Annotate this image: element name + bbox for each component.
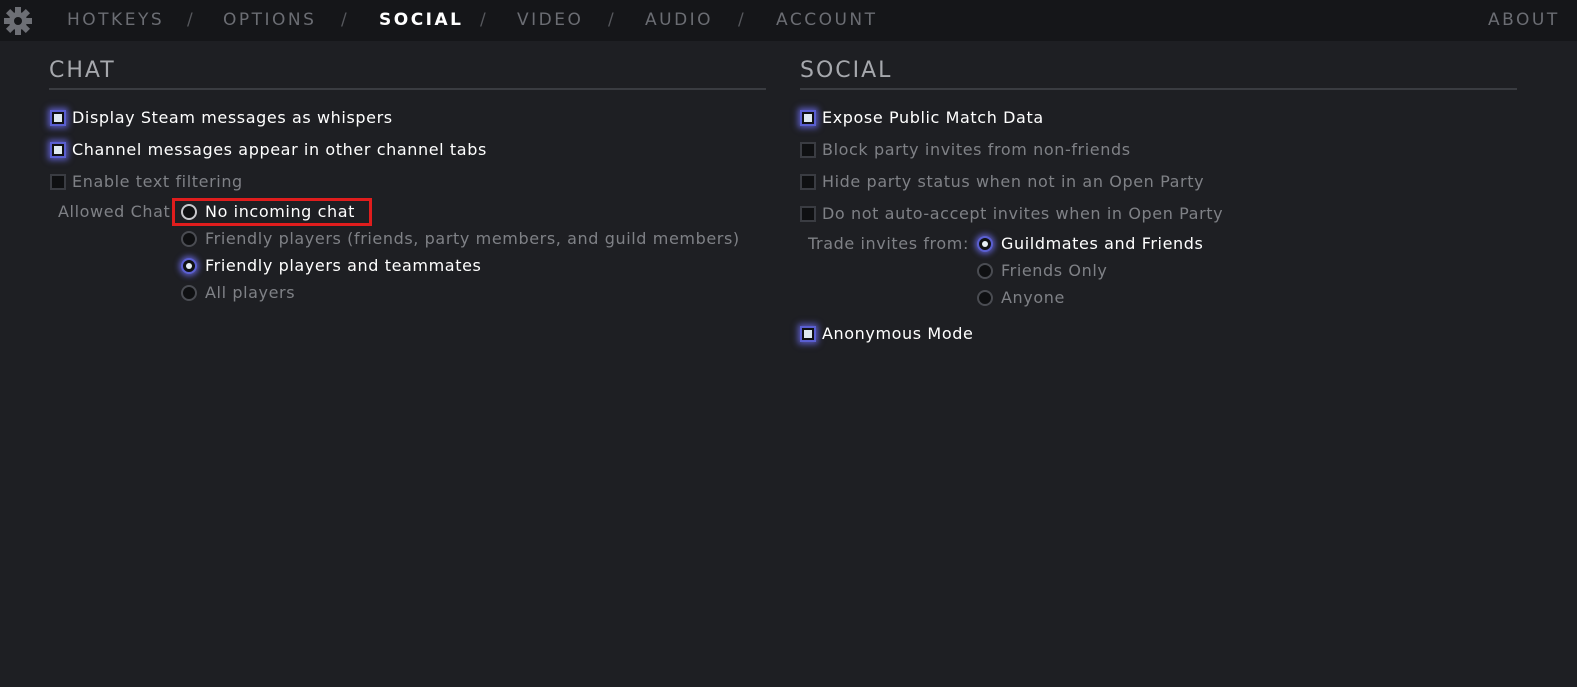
- checkbox-box[interactable]: [800, 174, 816, 190]
- tab-account[interactable]: ACCOUNT: [776, 10, 878, 30]
- checkbox-label: Do not auto-accept invites when in Open …: [822, 204, 1224, 223]
- tab-audio[interactable]: AUDIO: [645, 10, 713, 30]
- radio-label: Anyone: [1001, 288, 1065, 307]
- checkbox-box[interactable]: [50, 110, 66, 126]
- radio-button[interactable]: [977, 263, 993, 279]
- settings-gear-icon[interactable]: [2, 5, 34, 37]
- checkbox-label: Display Steam messages as whispers: [72, 108, 393, 127]
- radio-button[interactable]: [181, 258, 197, 274]
- radio-button[interactable]: [181, 285, 197, 301]
- checkbox-label: Channel messages appear in other channel…: [72, 140, 487, 159]
- tab-hotkeys[interactable]: HOTKEYS: [67, 10, 164, 30]
- radio-label: Guildmates and Friends: [1001, 234, 1204, 253]
- checkbox-label: Block party invites from non-friends: [822, 140, 1131, 159]
- tab-video[interactable]: VIDEO: [517, 10, 583, 30]
- tab-separator: /: [608, 10, 614, 30]
- chat-section-title: CHAT: [49, 58, 116, 83]
- radio-button[interactable]: [977, 236, 993, 252]
- checkbox-label: Anonymous Mode: [822, 324, 974, 343]
- social-section-divider: [800, 88, 1517, 90]
- checkbox-box[interactable]: [800, 206, 816, 222]
- chat-section-divider: [49, 88, 766, 90]
- checkbox-box[interactable]: [50, 174, 66, 190]
- allowed-chat-label: Allowed Chat: [58, 202, 171, 221]
- checkbox-label: Expose Public Match Data: [822, 108, 1044, 127]
- tab-social[interactable]: SOCIAL: [379, 10, 464, 30]
- trade-invites-label: Trade invites from:: [808, 234, 969, 253]
- highlight-box: [172, 198, 372, 226]
- radio-label: Friendly players and teammates: [205, 256, 482, 275]
- checkbox-label: Enable text filtering: [72, 172, 243, 191]
- tab-separator: /: [187, 10, 193, 30]
- top-nav-bar: HOTKEYS / OPTIONS / SOCIAL / VIDEO / AUD…: [0, 0, 1577, 41]
- radio-button[interactable]: [181, 231, 197, 247]
- checkbox-box[interactable]: [800, 142, 816, 158]
- radio-button[interactable]: [977, 290, 993, 306]
- radio-label: Friends Only: [1001, 261, 1108, 280]
- tab-about[interactable]: ABOUT: [1488, 10, 1560, 30]
- radio-label: Friendly players (friends, party members…: [205, 229, 740, 248]
- social-section-title: SOCIAL: [800, 58, 893, 83]
- tab-separator: /: [341, 10, 347, 30]
- checkbox-box[interactable]: [50, 142, 66, 158]
- tab-separator: /: [738, 10, 744, 30]
- radio-label: All players: [205, 283, 296, 302]
- checkbox-label: Hide party status when not in an Open Pa…: [822, 172, 1205, 191]
- tab-separator: /: [480, 10, 486, 30]
- checkbox-box[interactable]: [800, 326, 816, 342]
- tab-options[interactable]: OPTIONS: [223, 10, 316, 30]
- checkbox-box[interactable]: [800, 110, 816, 126]
